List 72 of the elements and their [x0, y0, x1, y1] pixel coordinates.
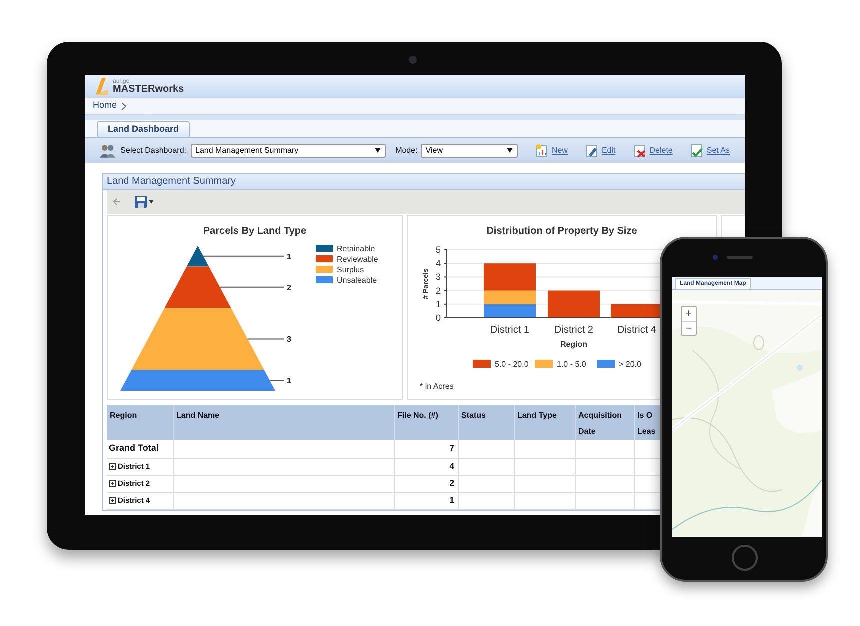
tick-label: 5: [436, 245, 441, 255]
chevron-icon: [121, 102, 128, 110]
new-document-icon: [534, 144, 549, 158]
users-icon: [100, 144, 116, 158]
segment-value: 1: [287, 376, 292, 386]
region-cell-text: Grand Total: [109, 442, 159, 455]
expand-icon[interactable]: [109, 497, 116, 504]
legend-label: 5.0 - 20.0: [495, 360, 529, 369]
chart-title: Parcels By Land Type: [203, 226, 307, 237]
legend-label: Reviewable: [337, 255, 378, 264]
tab[interactable]: Land Dashboard: [97, 121, 190, 137]
leader-line: [220, 286, 284, 288]
column-header: Region: [107, 405, 173, 440]
column-header: Land Name: [173, 405, 394, 440]
column-header: File No. (#): [394, 405, 458, 440]
tick-label: 4: [436, 258, 441, 269]
bar: [548, 290, 600, 318]
mode-label: Mode:: [396, 144, 418, 156]
segment-value: 1: [287, 252, 292, 262]
toolbar-link[interactable]: Delete: [650, 144, 673, 156]
file-count-cell: 2: [394, 475, 458, 492]
select-dashboard-label: Select Dashboard:: [120, 144, 186, 156]
zoom-button[interactable]: −: [682, 321, 696, 335]
toolbar-link[interactable]: Set As: [706, 144, 730, 156]
category-label: District 1: [490, 325, 530, 336]
column-header: Status: [458, 405, 514, 440]
chart-note: * in Acres: [420, 382, 454, 391]
legend-label: 1.0 - 5.0: [557, 360, 586, 369]
bar: [484, 304, 536, 318]
file-count-cell: 4: [394, 458, 458, 475]
tick-label: 1: [436, 299, 441, 310]
logo-icon: [95, 78, 109, 96]
expand-icon[interactable]: [109, 480, 116, 487]
mode-dropdown[interactable]: View: [420, 144, 518, 158]
panel-title: Land Management Summary: [107, 175, 236, 189]
expand-icon[interactable]: [109, 463, 116, 470]
checked-document-icon: [690, 144, 704, 158]
leader-line: [247, 338, 284, 340]
delete-document-icon: [632, 144, 647, 158]
product-name: MASTERworks: [113, 84, 184, 94]
camera-icon: [713, 255, 718, 260]
tick-label: 2: [436, 286, 441, 296]
column-header: Acquisition Date: [575, 405, 634, 440]
legend-label: Surplus: [337, 266, 364, 274]
chart-title: Distribution of Property By Size: [486, 226, 638, 237]
legend-label: Unsaleable: [337, 276, 378, 285]
segment-value: 2: [287, 283, 292, 292]
toolbar-link[interactable]: New: [552, 144, 568, 156]
camera-icon: [409, 56, 417, 64]
tick-label: 0: [436, 313, 441, 323]
leader-line: [269, 380, 284, 382]
toolbar-link[interactable]: Edit: [602, 144, 616, 156]
tick-label: 3: [436, 272, 441, 282]
category-label: District 2: [554, 325, 594, 336]
dropdown-arrow-icon: [374, 148, 381, 153]
file-count-cell: 7: [394, 440, 458, 458]
dashboard-dropdown[interactable]: Land Management Summary: [190, 144, 386, 158]
breadcrumb-link[interactable]: Home: [93, 99, 118, 113]
legend-label: > 20.0: [619, 360, 642, 369]
column-header: Land Type: [514, 405, 575, 440]
zoom-button[interactable]: +: [682, 307, 696, 321]
save-icon: [135, 196, 147, 208]
axis-title: Region: [560, 340, 588, 349]
file-count-cell: 1: [394, 492, 458, 509]
back-arrow-icon: [113, 198, 121, 206]
segment-value: 3: [287, 335, 292, 344]
dropdown-arrow-icon: [506, 148, 513, 153]
speaker-icon: [727, 256, 753, 259]
edit-document-icon: [584, 144, 599, 158]
caret-icon: [149, 200, 154, 204]
legend-label: Retainable: [337, 244, 376, 254]
category-label: District 4: [618, 325, 656, 336]
